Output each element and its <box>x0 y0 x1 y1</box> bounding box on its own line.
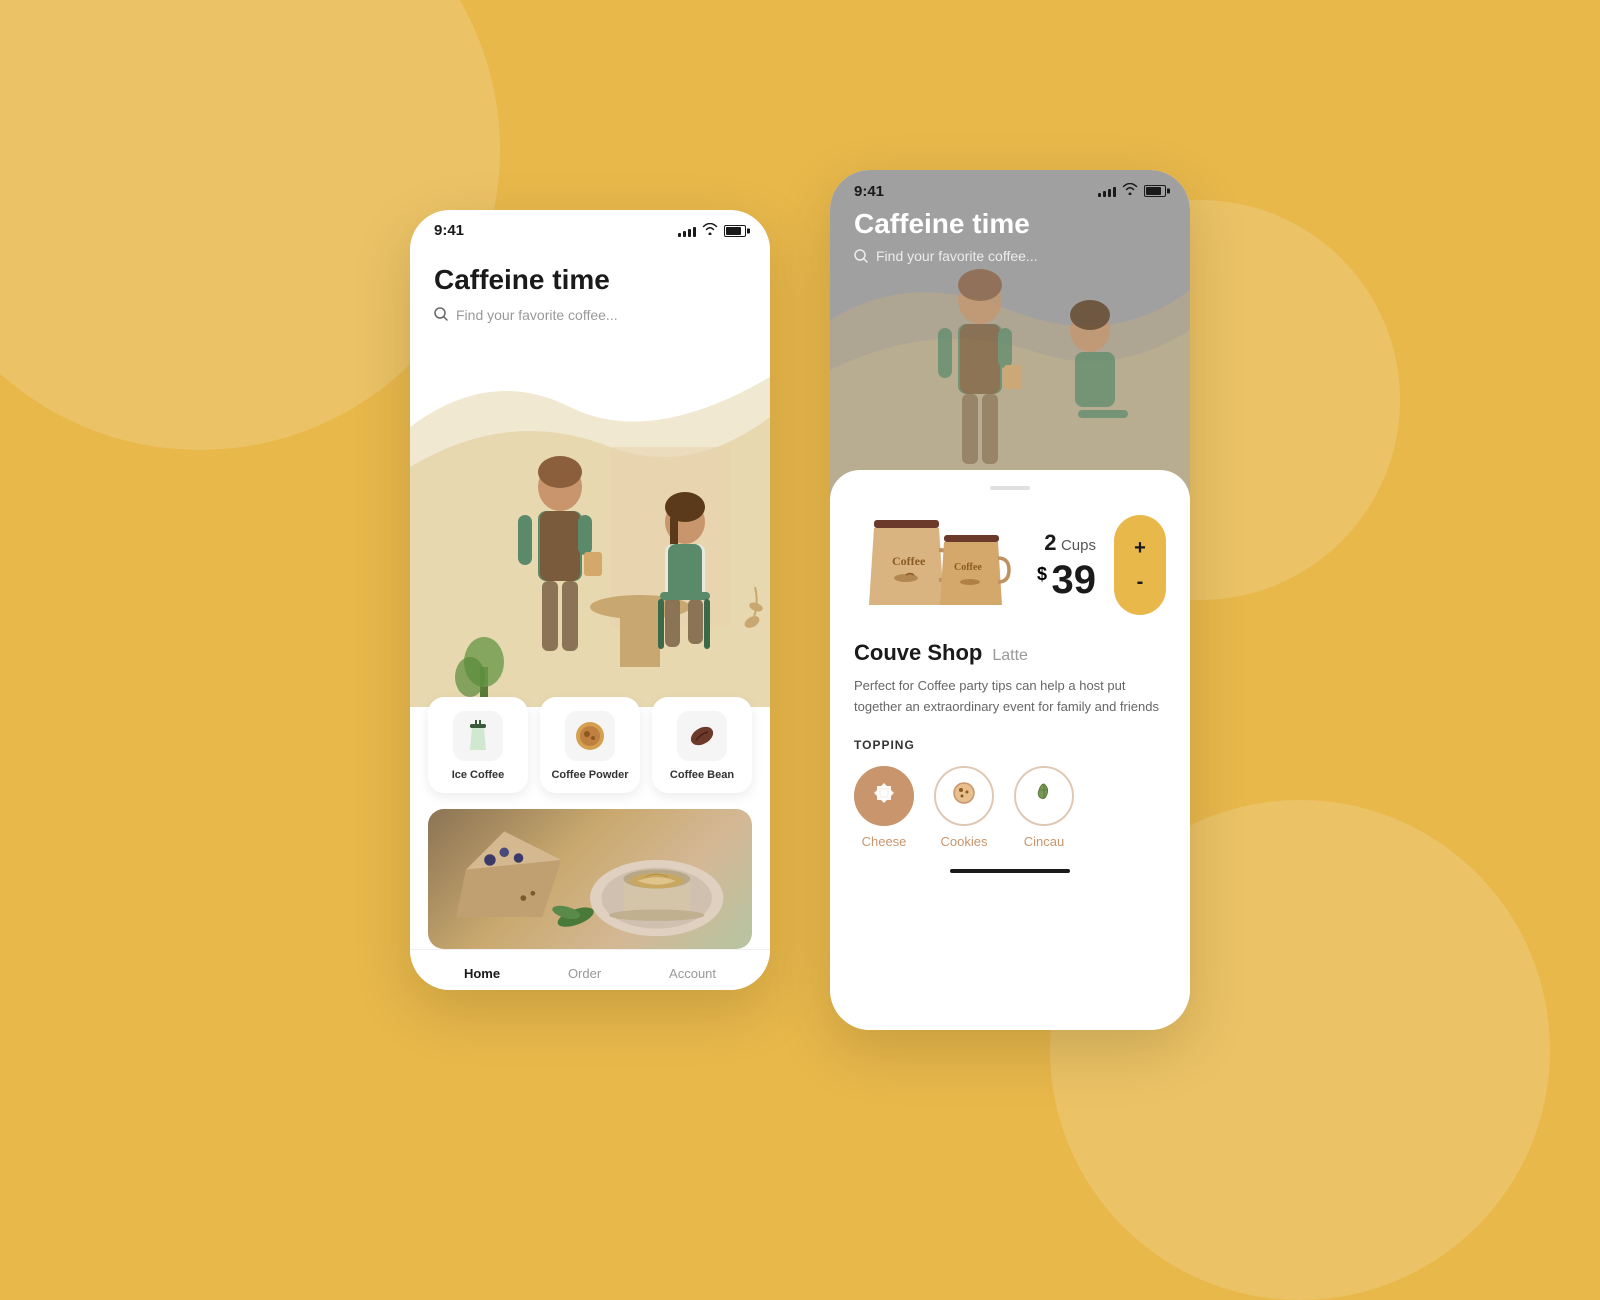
search-placeholder-2: Find your favorite coffee... <box>876 248 1038 264</box>
phone2-illustration <box>830 230 1190 510</box>
shop-name-row: Couve Shop Latte <box>854 640 1166 666</box>
topping-cheese-circle[interactable] <box>854 766 914 826</box>
phone2-title: Caffeine time <box>854 208 1166 240</box>
bottom-indicator <box>950 869 1070 873</box>
nav-home-label: Home <box>464 966 500 981</box>
nav-account-label: Account <box>669 966 716 981</box>
detail-sheet: Coffee Coffee <box>830 470 1190 1030</box>
coffee-cups: Coffee Coffee <box>854 510 1014 620</box>
topping-cincau-circle[interactable] <box>1014 766 1074 826</box>
quantity-control[interactable]: + - <box>1114 515 1166 615</box>
status-icons-2 <box>1098 182 1166 200</box>
shop-name: Couve Shop <box>854 640 982 666</box>
app-title: Caffeine time <box>434 263 746 297</box>
wifi-icon <box>702 223 718 238</box>
phone-detail: 9:41 <box>830 170 1190 1030</box>
signal-icon-2 <box>1098 185 1116 197</box>
product-type: Latte <box>992 647 1028 665</box>
coffee-bean-label: Coffee Bean <box>670 769 734 781</box>
featured-image <box>428 809 752 949</box>
topping-cookies-label: Cookies <box>941 834 988 849</box>
signal-icon <box>678 225 696 237</box>
topping-cheese[interactable]: Cheese <box>854 766 914 849</box>
coffee-powder-icon <box>565 711 615 761</box>
search-bar[interactable]: Find your favorite coffee... <box>434 307 746 324</box>
phone-home: 9:41 <box>410 210 770 990</box>
hero-section: Caffeine time Find your favorite coffee.… <box>410 247 770 707</box>
ice-coffee-icon <box>453 711 503 761</box>
product-description: Perfect for Coffee party tips can help a… <box>854 676 1166 718</box>
status-time: 9:41 <box>434 222 464 239</box>
quantity-plus-button[interactable]: + <box>1134 538 1146 558</box>
wifi-icon-2 <box>1122 182 1138 200</box>
cups-count: 2 <box>1044 530 1056 555</box>
phone2-search[interactable]: Find your favorite coffee... <box>854 248 1166 264</box>
search-icon <box>434 307 448 324</box>
coffee-powder-label: Coffee Powder <box>551 769 628 781</box>
coffee-bean-icon <box>677 711 727 761</box>
price-symbol: $ <box>1037 560 1047 585</box>
phone2-header: Caffeine time Find your favorite coffee.… <box>830 208 1190 264</box>
cheese-icon <box>870 779 898 813</box>
category-coffee-powder[interactable]: Coffee Powder <box>540 697 640 793</box>
search-placeholder: Find your favorite coffee... <box>456 307 618 323</box>
categories: Ice Coffee Coffee Powder <box>410 697 770 793</box>
quantity-minus-button[interactable]: - <box>1137 572 1144 592</box>
battery-icon <box>724 225 746 237</box>
topping-cookies[interactable]: Cookies <box>934 766 994 849</box>
status-time-2: 9:41 <box>854 183 884 200</box>
hero-text: Caffeine time Find your favorite coffee.… <box>410 247 770 324</box>
nav-account[interactable]: Account <box>653 966 732 981</box>
product-price: 39 <box>1052 558 1097 602</box>
category-ice-coffee[interactable]: Ice Coffee <box>428 697 528 793</box>
status-bar: 9:41 <box>410 210 770 247</box>
phones-container: 9:41 <box>410 170 1190 1030</box>
category-coffee-bean[interactable]: Coffee Bean <box>652 697 752 793</box>
topping-cheese-label: Cheese <box>862 834 907 849</box>
nav-order[interactable]: Order <box>552 966 617 981</box>
sheet-handle <box>990 486 1030 490</box>
status-icons <box>678 223 746 238</box>
topping-cookies-circle[interactable] <box>934 766 994 826</box>
topping-section: TOPPING Ch <box>854 738 1166 849</box>
cookies-icon <box>951 780 977 812</box>
nav-home[interactable]: Home <box>448 966 516 981</box>
nav-order-label: Order <box>568 966 601 981</box>
featured-image-inner <box>428 809 752 949</box>
topping-cincau[interactable]: Cincau <box>1014 766 1074 849</box>
cups-label: Cups <box>1061 537 1096 554</box>
ice-coffee-label: Ice Coffee <box>452 769 505 781</box>
svg-text:Coffee: Coffee <box>954 562 982 573</box>
svg-text:Coffee: Coffee <box>892 554 926 568</box>
status-bar-2: 9:41 <box>830 170 1190 208</box>
toppings-row: Cheese <box>854 766 1166 849</box>
cincau-icon <box>1031 780 1057 812</box>
hero-illustration <box>410 367 770 707</box>
topping-title: TOPPING <box>854 738 1166 752</box>
search-icon-2 <box>854 249 868 263</box>
product-preview: Coffee Coffee <box>854 510 1166 620</box>
topping-cincau-label: Cincau <box>1024 834 1064 849</box>
bottom-nav: Home Order Account <box>410 949 770 990</box>
battery-icon-2 <box>1144 185 1166 197</box>
